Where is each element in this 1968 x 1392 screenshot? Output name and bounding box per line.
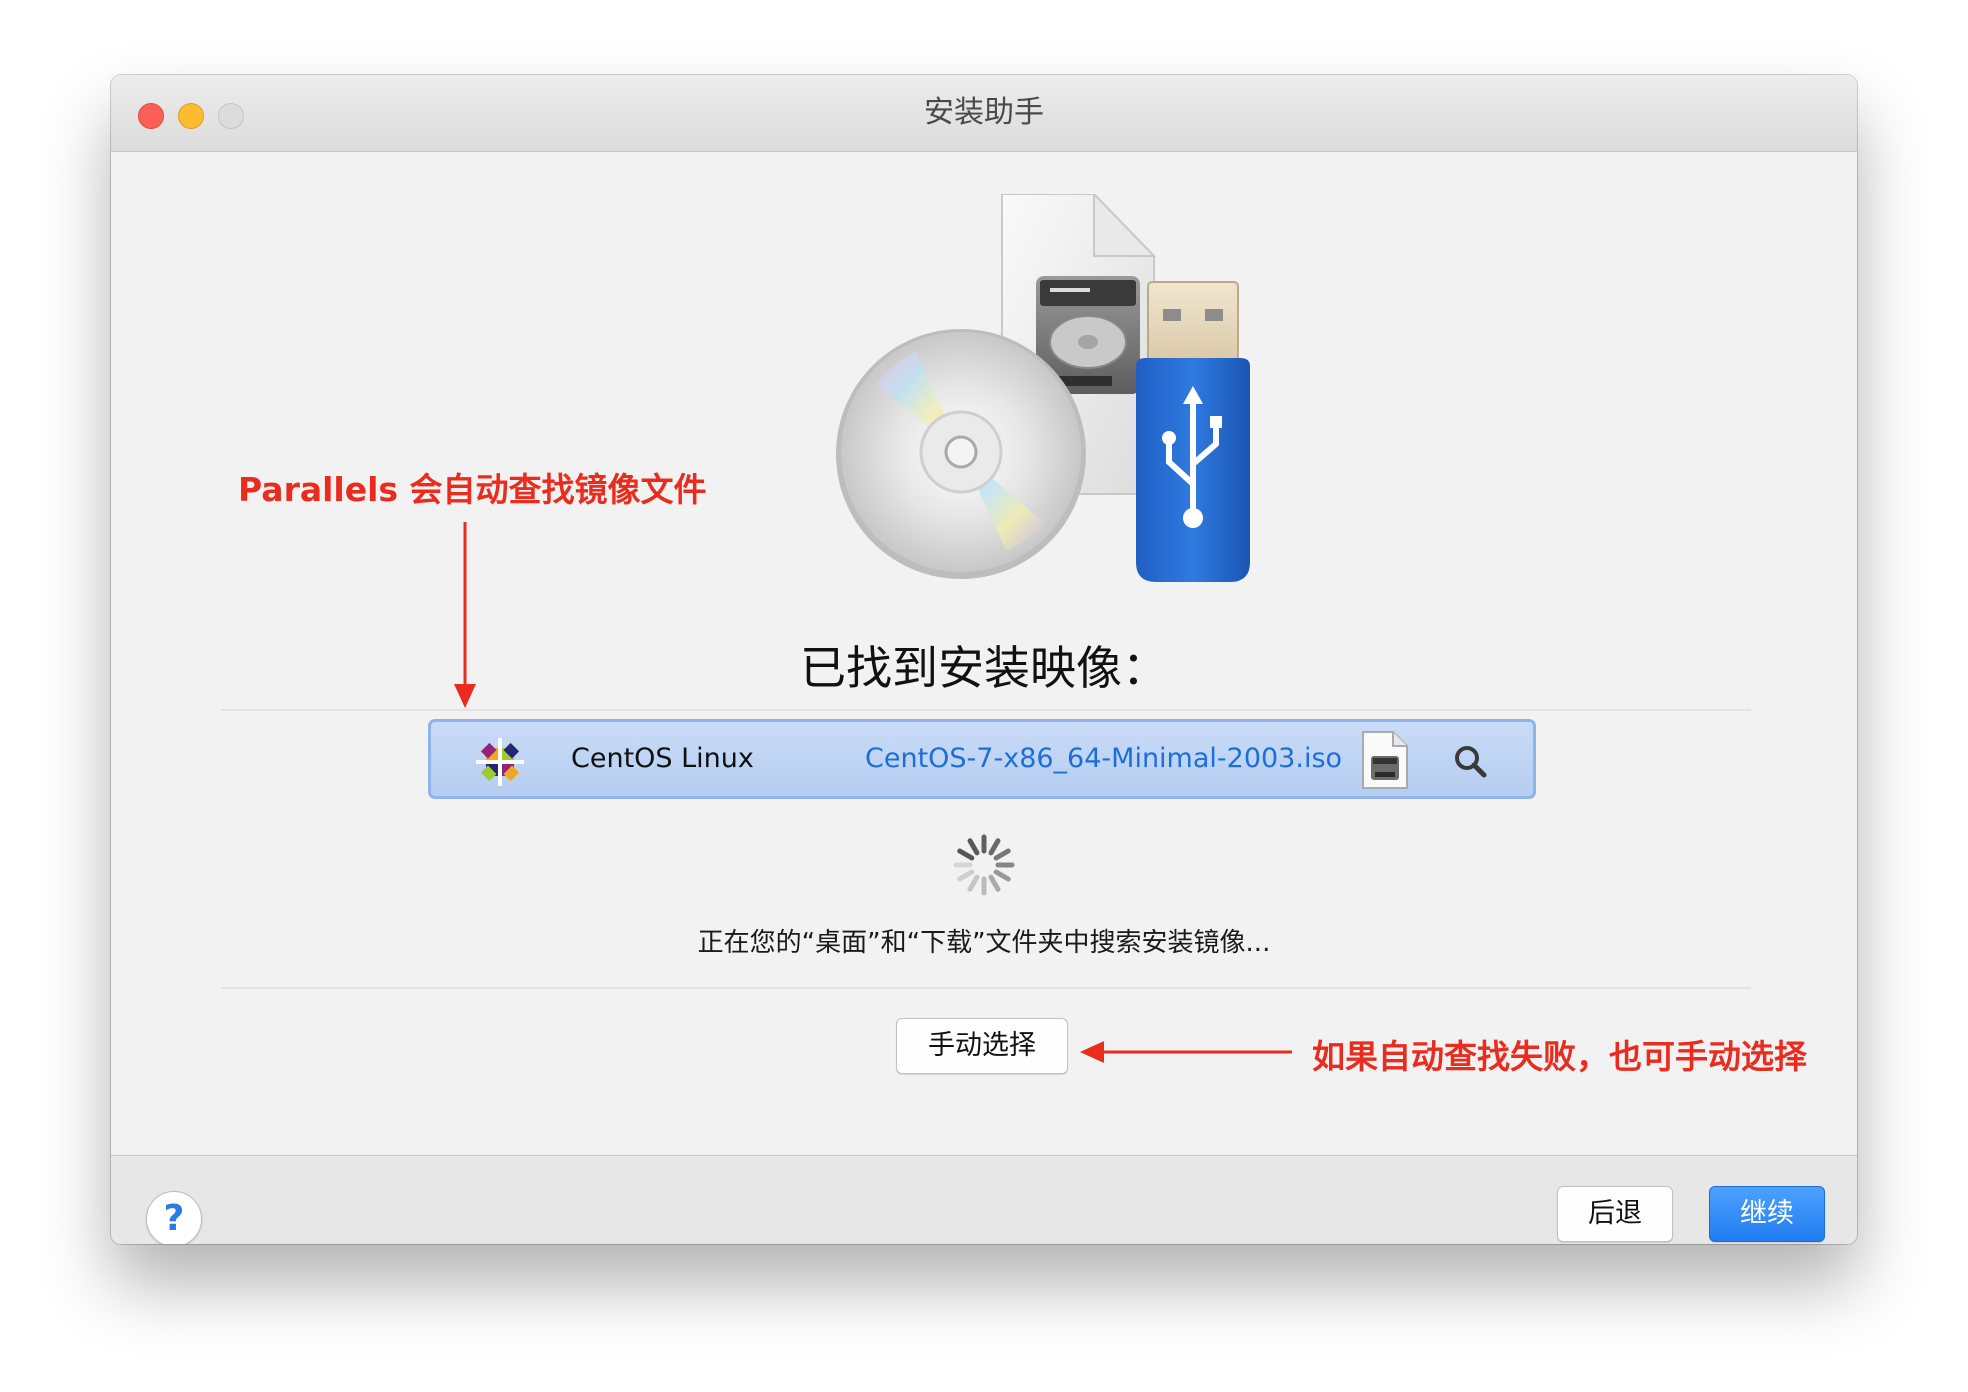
annotation-arrows: [454, 522, 1292, 1063]
arrow-down-icon: [454, 522, 476, 708]
arrow-left-icon: [1080, 1041, 1292, 1063]
